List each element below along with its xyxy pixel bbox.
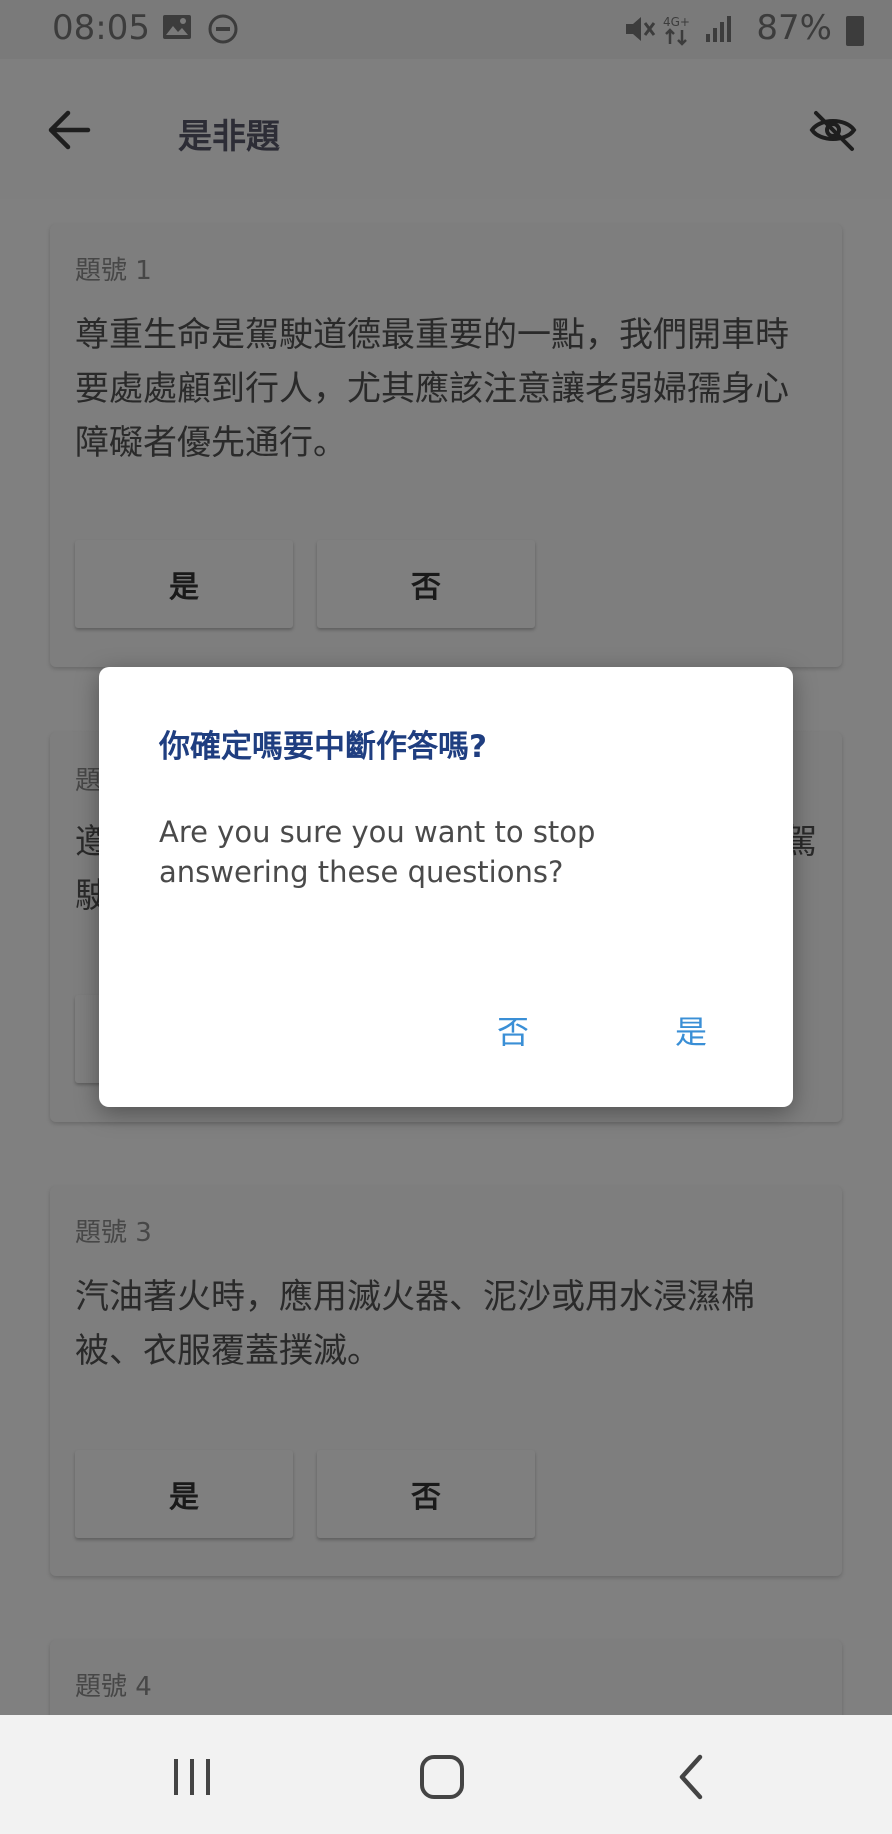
signal-icon	[704, 14, 734, 51]
mute-icon	[624, 14, 656, 51]
app-bar: 是非題	[0, 59, 892, 199]
question-number: 題號 4	[75, 1672, 152, 1702]
question-card-1: 題號 1 尊重生命是駕駛道德最重要的一點，我們開車時要處處顧到行人，尤其應該注意…	[50, 224, 842, 667]
question-text: 汽油著火時，應用滅火器、泥沙或用水浸濕棉被、衣服覆蓋撲滅。	[75, 1277, 755, 1371]
hide-answers-eye-off-icon[interactable]	[808, 105, 858, 155]
confirm-stop-dialog: 你確定嗎要中斷作答嗎? Are you sure you want to sto…	[99, 667, 793, 1107]
mobile-data-4g-icon: 4G+	[662, 14, 692, 53]
question-text: 尊重生命是駕駛道德最重要的一點，我們開車時要處處顧到行人，尤其應該注意讓老弱婦孺…	[75, 315, 789, 463]
answer-yes-button[interactable]: 是	[75, 540, 293, 628]
question-number: 題	[75, 766, 102, 796]
svg-text:4G+: 4G+	[663, 15, 690, 29]
battery-icon	[846, 16, 864, 46]
answer-no-button[interactable]: 否	[317, 1450, 535, 1538]
dialog-message: Are you sure you want to stop answering …	[159, 815, 596, 889]
question-number: 題號 3	[75, 1218, 152, 1248]
recent-apps-icon[interactable]	[168, 1753, 216, 1801]
do-not-disturb-icon	[208, 14, 238, 51]
page-title: 是非題	[178, 117, 280, 157]
answer-yes-button[interactable]: 是	[75, 1450, 293, 1538]
dialog-yes-button[interactable]: 是	[675, 1007, 707, 1053]
back-arrow-icon[interactable]	[46, 107, 92, 153]
dialog-title: 你確定嗎要中斷作答嗎?	[159, 729, 487, 765]
battery-percent: 87%	[756, 8, 832, 48]
home-icon[interactable]	[418, 1753, 466, 1801]
dialog-no-button[interactable]: 否	[497, 1007, 529, 1053]
back-nav-icon[interactable]	[668, 1753, 716, 1801]
question-number: 題號 1	[75, 256, 152, 286]
status-bar: 08:05 4G+ 87%	[0, 0, 892, 59]
question-card-4: 題號 4	[50, 1640, 842, 1715]
system-nav-bar	[0, 1715, 892, 1834]
question-card-3: 題號 3 汽油著火時，應用滅火器、泥沙或用水浸濕棉被、衣服覆蓋撲滅。 是 否	[50, 1186, 842, 1576]
answer-no-button[interactable]: 否	[317, 540, 535, 628]
status-time: 08:05	[52, 8, 150, 48]
image-icon	[162, 14, 192, 47]
